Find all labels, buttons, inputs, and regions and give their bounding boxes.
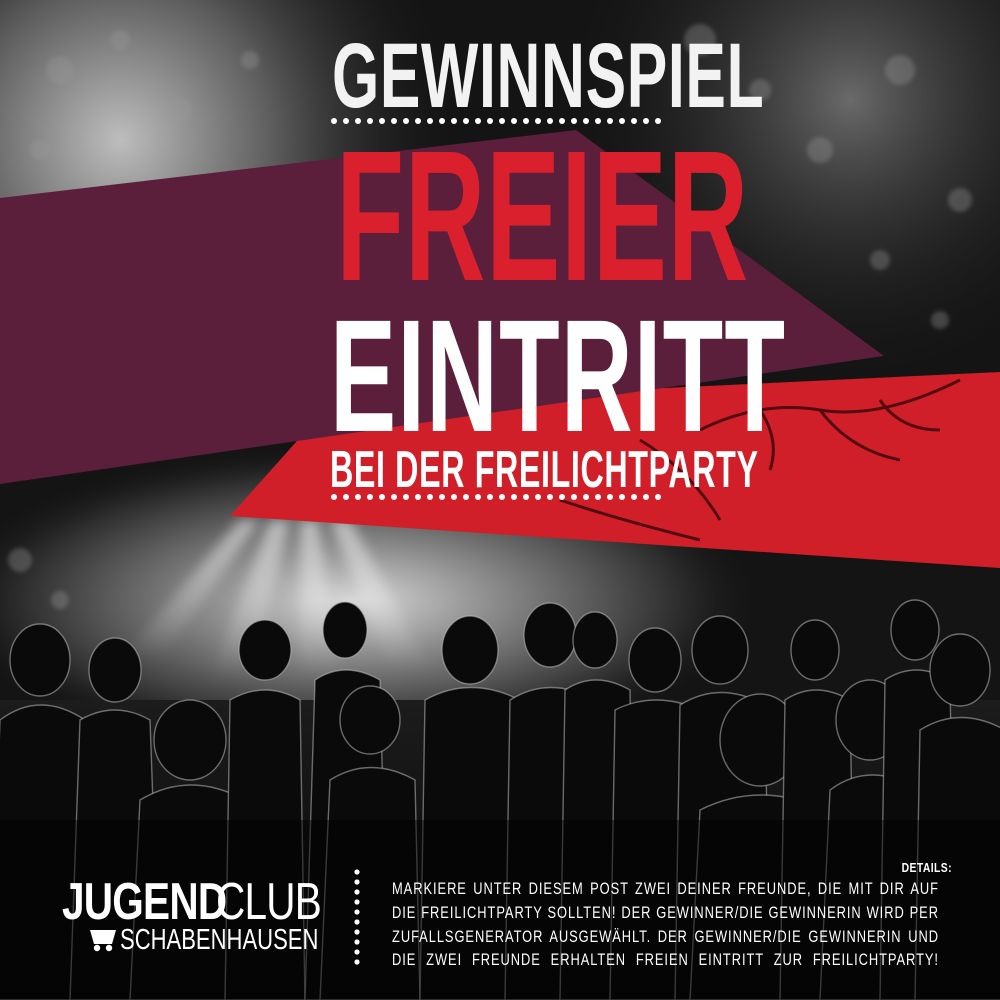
poster: GEWINNSPIEL FREIER EINTRITT BEI DER FREI… [0,0,1000,1000]
subline: BEI DER FREILICHTPARTY [330,441,759,499]
mine-cart-icon [90,930,116,952]
headline-freier: FREIER [336,113,749,320]
logo-word-club: CLUB [216,873,322,931]
dotted-divider-vertical [354,869,360,965]
headline-eintritt: EINTRITT [330,286,787,465]
logo-place: SCHABENHAUSEN [120,924,319,956]
jugendclub-logo: JUGEND CLUB SCHABENHAUSEN [62,872,332,962]
logo-word-jugend: JUGEND [62,873,227,931]
kicker-title: GEWINNSPIEL [332,25,765,127]
dotted-divider-bottom [331,494,661,500]
details-text: MARKIERE UNTER DIESEM POST ZWEI DEINER F… [392,880,939,970]
details-label: DETAILS: [901,860,952,875]
